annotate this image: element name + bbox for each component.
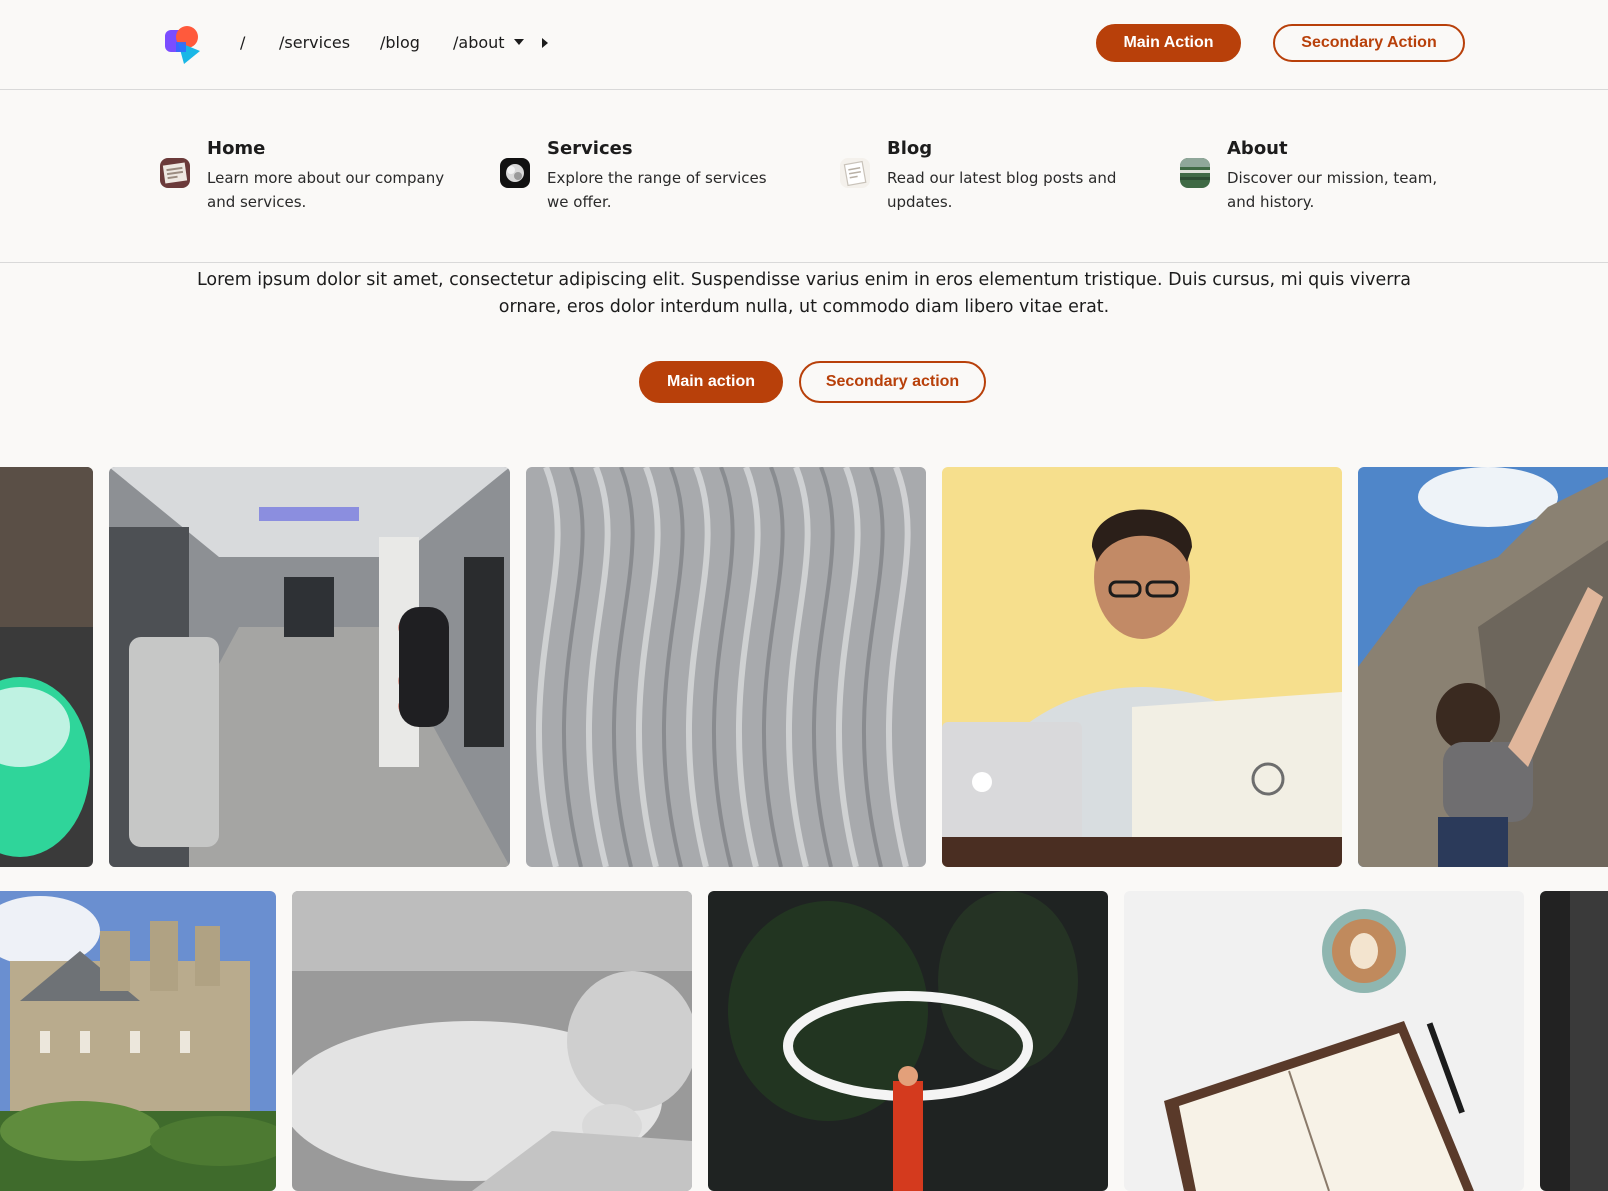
coffee-and-bible-photo [1124, 891, 1524, 1191]
mega-menu-description: Read our latest blog posts and updates. [887, 169, 1117, 211]
chevron-down-icon[interactable] [514, 39, 524, 45]
man-with-laptops-photo [942, 467, 1342, 867]
header-secondary-action-button[interactable]: Secondary Action [1273, 24, 1465, 62]
mega-menu-item-blog[interactable]: Blog Read our latest blog posts and upda… [840, 138, 1140, 218]
mega-menu-item-services[interactable]: Services Explore the range of services w… [500, 138, 800, 218]
hero-main-action-button[interactable]: Main action [639, 361, 783, 403]
flower-icon [500, 158, 530, 188]
mega-menu-description: Explore the range of services we offer. [547, 169, 767, 211]
chevron-right-icon[interactable] [542, 38, 548, 48]
landscape-icon [1180, 158, 1210, 188]
hero-paragraph: Lorem ipsum dolor sit amet, consectetur … [196, 270, 1412, 317]
hero-secondary-action-button[interactable]: Secondary action [799, 361, 986, 403]
mega-menu-title: Blog [887, 138, 933, 159]
mega-menu-title: Home [207, 138, 266, 159]
partial-dark-image [1540, 891, 1608, 1191]
train-interior-photo: ONGO [109, 467, 510, 867]
wavy-metal-texture-photo [526, 467, 926, 867]
partial-green-image [0, 467, 93, 867]
site-header: / /services /blog /about Main Action Sec… [0, 0, 1608, 90]
mega-menu-item-home[interactable]: Home Learn more about our company and se… [160, 138, 460, 218]
notepad-icon [840, 158, 870, 188]
mega-menu: Home Learn more about our company and se… [0, 90, 1608, 263]
nav-link-about[interactable]: /about [453, 30, 505, 56]
mega-menu-title: Services [547, 138, 633, 159]
sleeping-baby-photo [292, 891, 692, 1191]
mega-menu-item-about[interactable]: About Discover our mission, team, and hi… [1180, 138, 1480, 218]
nav-link-blog[interactable]: /blog [380, 30, 420, 56]
nav-link-home[interactable]: / [240, 30, 245, 56]
castle-photo [0, 891, 276, 1191]
newspaper-icon [160, 158, 190, 188]
mega-menu-description: Learn more about our company and service… [207, 169, 445, 211]
header-main-action-button[interactable]: Main Action [1096, 24, 1241, 62]
fire-spinner-photo [708, 891, 1108, 1191]
mega-menu-title: About [1227, 138, 1288, 159]
mega-menu-description: Discover our mission, team, and history. [1227, 169, 1438, 211]
brand-logo-icon[interactable] [164, 24, 204, 64]
rock-climber-photo [1358, 467, 1608, 867]
nav-link-services[interactable]: /services [279, 30, 350, 56]
